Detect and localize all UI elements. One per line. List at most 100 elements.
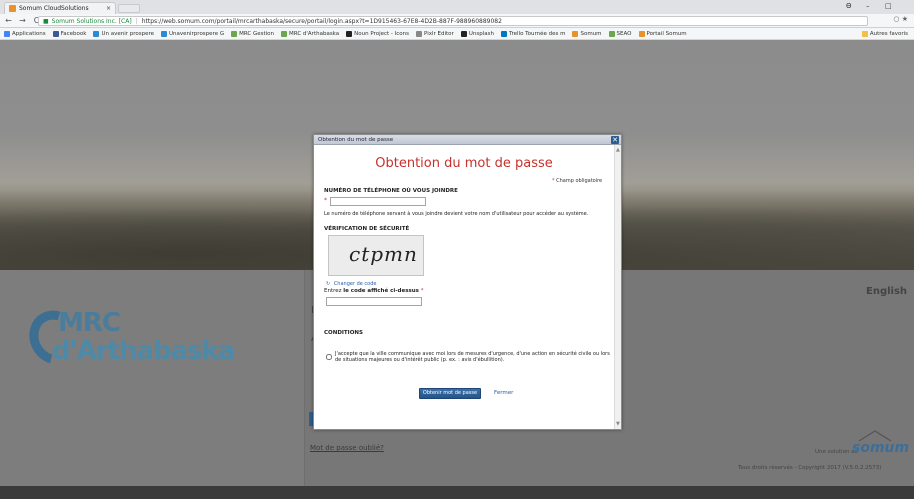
minimize-icon[interactable]: – (866, 2, 870, 10)
bookmark-icon (93, 30, 100, 37)
conditions-label: CONDITIONS (324, 330, 363, 336)
bookmark-icon (4, 30, 10, 37)
bookmark-label: Trello Tournée des m (508, 30, 566, 37)
address-separator: | (135, 17, 138, 25)
security-label: VÉRIFICATION DE SÉCURITÉ (324, 226, 410, 232)
bookmark-label: Unavenirprospere G (169, 30, 225, 37)
bookmark-item[interactable]: Trello Tournée des m (500, 30, 566, 37)
phone-help-text: Le numéro de téléphone servant à vous jo… (324, 211, 589, 217)
bookmark-icon (281, 30, 288, 37)
captcha-code-input[interactable] (326, 297, 422, 306)
code-required-star: * (420, 288, 424, 294)
bookmark-label: SEAO (616, 30, 632, 37)
bookmark-icon (638, 30, 645, 37)
mrc-arthabaska-logo: MRC d'Arthabaska (18, 300, 278, 380)
get-password-button[interactable]: Obtenir mot de passe (419, 388, 481, 399)
secure-site-label: Somum Solutions Inc. [CA] (51, 17, 132, 25)
browser-tab[interactable]: Somum CloudSolutions × (4, 2, 116, 14)
bookmark-item[interactable]: Applications (4, 30, 46, 37)
somum-brand: somum (852, 440, 910, 456)
footer-bar (0, 486, 914, 499)
bookmark-icon (416, 30, 423, 37)
logo-mrc-text: MRC (58, 308, 121, 338)
forgot-password-link[interactable]: Mot de passe oublié? (310, 444, 384, 452)
bookmark-item[interactable]: Noun Project - Icons (346, 30, 410, 37)
bookmark-label: Applications (12, 30, 46, 37)
phone-label: NUMÉRO DE TÉLÉPHONE OÙ VOUS JOINDRE (324, 188, 458, 194)
bookmark-item[interactable]: SEAO (608, 30, 632, 37)
dialog-window-title: Obtention du mot de passe (318, 136, 394, 143)
refresh-icon: ↻ (326, 281, 331, 287)
new-tab-button[interactable] (118, 4, 140, 13)
somum-favicon-icon (9, 5, 16, 12)
required-note: * Champ obligatoire (552, 178, 602, 184)
scroll-down-icon[interactable]: ▼ (616, 421, 620, 427)
phone-required-star: * (324, 197, 327, 204)
enter-code-label: Entrez le code affiché ci-dessus * (324, 288, 423, 294)
dialog-close-icon[interactable]: ✕ (611, 136, 619, 144)
bookmark-icon (231, 30, 238, 37)
dialog-scrollbar[interactable]: ▲ ▼ (614, 145, 621, 429)
bookmark-icon (500, 30, 507, 37)
bookmark-item[interactable]: MRC d'Arthabaska (281, 30, 340, 37)
user-profile-icon[interactable]: Θ (846, 2, 852, 10)
bookmark-label: Un avenir prospere (101, 30, 155, 37)
bookmark-label: Facebook (60, 30, 87, 37)
required-note-text: Champ obligatoire (556, 178, 603, 184)
bookmark-item[interactable]: Somum (572, 30, 602, 37)
conditions-checkbox[interactable] (326, 354, 332, 360)
bookmark-icon (460, 30, 467, 37)
tab-close-icon[interactable]: × (106, 5, 111, 12)
bookmark-item[interactable]: Portail Somum (638, 30, 687, 37)
bookmark-item[interactable]: Un avenir prospere (93, 30, 155, 37)
lock-icon: ■ (43, 17, 49, 25)
captcha-image: ctpmn (328, 235, 424, 276)
conditions-text: J'accepte que la ville communique avec m… (335, 351, 610, 363)
dialog-heading: Obtention du mot de passe (375, 156, 553, 171)
bookmark-item[interactable]: Facebook (52, 30, 87, 37)
copyright-text: Tous droits réservés - Copyright 2017 (V… (738, 465, 882, 471)
bookmark-item[interactable]: Unsplash (460, 30, 494, 37)
address-bar[interactable]: ■ Somum Solutions Inc. [CA] | https://we… (38, 16, 868, 26)
forward-icon[interactable]: → (17, 16, 28, 25)
dialog-titlebar[interactable]: Obtention du mot de passe ✕ (314, 135, 621, 145)
other-bookmarks[interactable]: Autres favoris (861, 31, 908, 37)
bookmark-icon (572, 30, 579, 37)
enter-code-prefix: Entrez (324, 288, 342, 294)
bookmarks-bar: Applications Facebook Un avenir prospere Un… (0, 28, 914, 40)
bookmark-icon (161, 30, 168, 37)
password-recovery-dialog: Obtention du mot de passe ✕ ▲ ▼ Obtentio… (313, 134, 622, 430)
bookmark-label: Pixlr Editor (424, 30, 454, 37)
bookmark-label: Portail Somum (646, 30, 687, 37)
bookmark-icon (608, 30, 615, 37)
bookmark-item[interactable]: Pixlr Editor (416, 30, 454, 37)
captcha-text: ctpmn (349, 242, 418, 266)
bookmark-icon (52, 30, 59, 37)
back-icon[interactable]: ← (3, 16, 14, 25)
scroll-up-icon[interactable]: ▲ (616, 147, 620, 153)
browser-toolbar-icons[interactable]: ○ ★ (893, 15, 908, 23)
close-dialog-link[interactable]: Fermer (494, 390, 513, 396)
browser-toolbar: ← → C ■ Somum Solutions Inc. [CA] | http… (0, 14, 914, 28)
bookmark-label: Somum (580, 30, 602, 37)
bookmark-icon (346, 30, 353, 37)
required-star: * (552, 178, 555, 184)
url-text: https://web.somum.com/portail/mrcarthaba… (141, 17, 502, 25)
phone-input[interactable] (330, 197, 426, 206)
bookmark-item[interactable]: Unavenirprospere G (161, 30, 225, 37)
maximize-icon[interactable]: □ (885, 2, 892, 10)
bookmark-label: MRC d'Arthabaska (289, 30, 340, 37)
change-code-label: Changer de code (333, 281, 377, 287)
logo-arthabaska-text: d'Arthabaska (52, 336, 235, 366)
enter-code-bold: le code affiché ci-dessus (343, 288, 419, 294)
language-link[interactable]: English (866, 286, 907, 297)
tab-strip: Somum CloudSolutions × Θ – □ (0, 0, 914, 14)
bookmark-label: Noun Project - Icons (354, 30, 410, 37)
bookmark-label: MRC Gestion (239, 30, 275, 37)
bookmark-item[interactable]: MRC Gestion (231, 30, 275, 37)
folder-icon (861, 31, 868, 37)
other-bookmarks-label: Autres favoris (869, 31, 908, 37)
tab-title: Somum CloudSolutions (19, 5, 89, 12)
change-code-link[interactable]: ↻ Changer de code (326, 281, 376, 287)
bookmark-label: Unsplash (468, 30, 494, 37)
